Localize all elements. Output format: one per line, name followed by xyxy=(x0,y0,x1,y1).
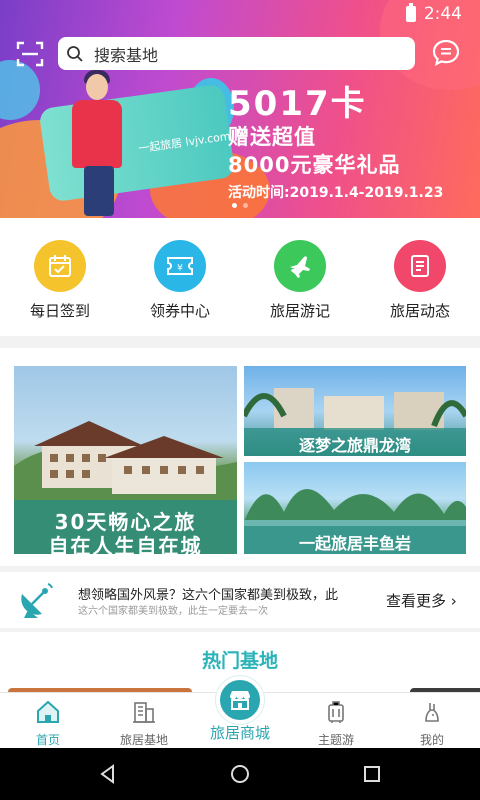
person-illustration xyxy=(86,74,108,100)
airplane-icon xyxy=(274,240,326,292)
person-illustration xyxy=(84,166,114,216)
chevron-right-icon: › xyxy=(450,592,457,610)
building-icon xyxy=(133,702,155,723)
quick-nav-coupons[interactable]: ¥ 领券中心 xyxy=(135,240,225,321)
promo-text: 5017卡 赠送超值 8000元豪华礼品 活动时间:2019.1.4-2019.… xyxy=(228,86,443,202)
tab-label: 首页 xyxy=(35,733,60,747)
promo-line-2: 8000元豪华礼品 xyxy=(228,153,401,177)
tab-bases[interactable]: 旅居基地 xyxy=(96,693,192,749)
mall-center-button[interactable] xyxy=(216,676,264,724)
satellite-dish-icon xyxy=(21,583,53,618)
battery-icon xyxy=(406,3,416,22)
tab-label: 主题游 xyxy=(317,733,354,747)
tab-theme-tour[interactable]: 主题游 xyxy=(288,693,384,749)
shop-icon xyxy=(230,691,250,710)
svg-text:¥: ¥ xyxy=(177,264,183,274)
quick-nav-label: 旅居动态 xyxy=(389,302,450,320)
promo-tile-fengyuyan[interactable]: 一起旅居丰鱼岩 xyxy=(244,462,466,554)
quick-nav-label: 每日签到 xyxy=(29,302,90,320)
tile-caption-line2: 自在人生自在城 xyxy=(48,534,203,554)
promo-tile-dinglong[interactable]: 逐梦之旅鼎龙湾 xyxy=(244,366,466,456)
message-icon[interactable] xyxy=(431,38,461,68)
ticket-icon: ¥ xyxy=(154,240,206,292)
promo-banner[interactable]: 2:44 搜索基地 一起旅居 lvjv.com 5017卡 赠送超值 8000元… xyxy=(0,0,480,218)
search-icon xyxy=(67,45,83,62)
carousel-dot[interactable] xyxy=(243,203,248,208)
quick-nav: 每日签到 ¥ 领券中心 旅居游记 旅居动态 xyxy=(0,218,480,336)
home-button-icon[interactable] xyxy=(228,762,252,786)
tab-home[interactable]: 首页 xyxy=(0,693,96,749)
view-more-link[interactable]: 查看更多 › xyxy=(386,590,457,611)
promo-title: 5017卡 xyxy=(228,84,367,124)
calendar-check-icon xyxy=(34,240,86,292)
quick-nav-news[interactable]: 旅居动态 xyxy=(375,240,465,321)
section-title: 热门基地 xyxy=(201,650,278,672)
profile-icon xyxy=(425,703,439,722)
suitcase-icon xyxy=(328,701,344,723)
quick-nav-label: 旅居游记 xyxy=(269,302,330,320)
tab-label: 旅居基地 xyxy=(119,733,168,747)
ticker-headline: 想领略国外风景？这六个国家都美到极致，此 xyxy=(78,588,339,603)
document-icon xyxy=(394,240,446,292)
promo-grid: 30天畅心之旅 自在人生自在城 逐梦之旅鼎龙湾 一起旅居丰鱼岩 xyxy=(0,348,480,566)
tab-mine[interactable]: 我的 xyxy=(384,693,480,749)
back-icon[interactable] xyxy=(96,762,120,786)
promo-tile-resort[interactable]: 30天畅心之旅 自在人生自在城 xyxy=(14,366,237,554)
tile-caption: 逐梦之旅鼎龙湾 xyxy=(298,436,411,455)
search-placeholder: 搜索基地 xyxy=(94,45,159,65)
promo-date: 活动时间:2019.1.4-2019.1.23 xyxy=(228,185,444,201)
carousel-indicator xyxy=(232,203,248,208)
ticker-subline: 这六个国家都美到极致，此生一定要去一次 xyxy=(78,606,268,617)
scan-icon[interactable] xyxy=(16,40,44,68)
tab-mall-label[interactable]: 旅居商城 xyxy=(190,722,290,743)
quick-nav-checkin[interactable]: 每日签到 xyxy=(15,240,105,321)
home-icon xyxy=(37,700,59,723)
status-bar: 2:44 xyxy=(0,0,480,28)
search-input[interactable]: 搜索基地 xyxy=(58,37,415,70)
status-time: 2:44 xyxy=(423,4,462,24)
quick-nav-travelogue[interactable]: 旅居游记 xyxy=(255,240,345,321)
tile-caption: 一起旅居丰鱼岩 xyxy=(298,534,411,553)
carousel-dot[interactable] xyxy=(232,203,237,208)
view-more-label: 查看更多 xyxy=(386,592,447,610)
system-navigation-bar xyxy=(0,748,480,800)
banner-decoration xyxy=(0,60,40,120)
person-illustration xyxy=(72,100,122,168)
tab-label: 我的 xyxy=(419,733,444,747)
recents-icon[interactable] xyxy=(360,762,384,786)
promo-line-1: 赠送超值 xyxy=(228,125,316,149)
news-ticker[interactable]: 想领略国外风景？这六个国家都美到极致，此 这六个国家都美到极致，此生一定要去一次… xyxy=(0,572,480,628)
quick-nav-label: 领券中心 xyxy=(149,302,210,320)
